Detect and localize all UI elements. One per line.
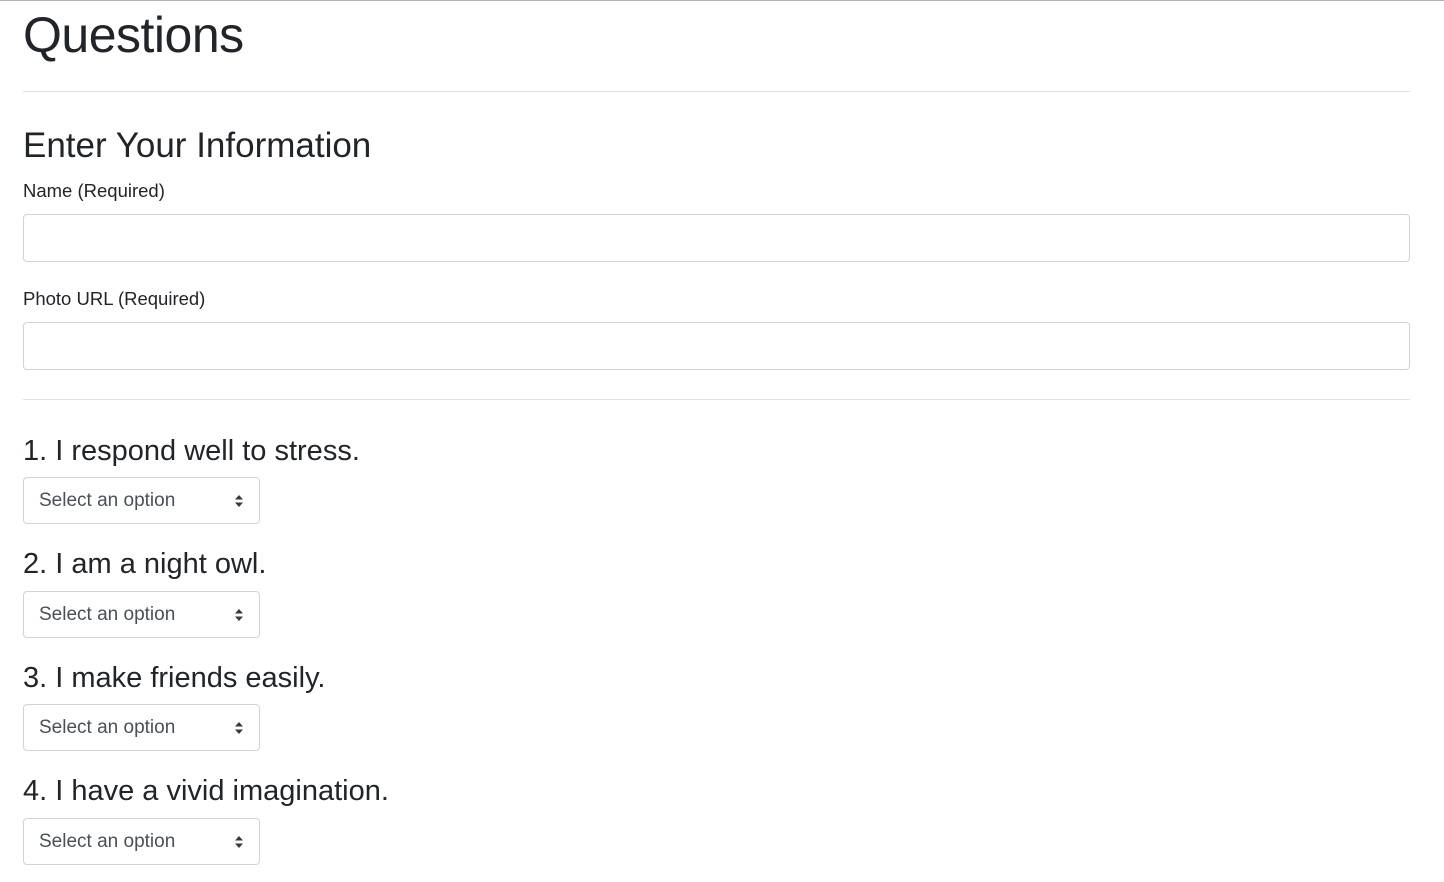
select-value: Select an option (39, 604, 176, 625)
sort-arrows-icon (235, 722, 243, 734)
select-value: Select an option (39, 831, 176, 852)
name-label: Name (Required) (23, 180, 165, 201)
question-1-select[interactable]: Select an option (23, 477, 260, 524)
section-divider (23, 399, 1410, 400)
page-title: Questions (23, 7, 244, 63)
question-heading: 2. I am a night owl. (23, 548, 267, 580)
select-value: Select an option (39, 490, 176, 511)
sort-arrows-icon (235, 609, 243, 621)
photo-url-input[interactable] (23, 322, 1410, 370)
question-heading: 4. I have a vivid imagination. (23, 775, 389, 807)
sort-arrows-icon (235, 836, 243, 848)
sort-arrows-icon (235, 495, 243, 507)
question-3-select[interactable]: Select an option (23, 704, 260, 751)
photo-url-label: Photo URL (Required) (23, 288, 206, 309)
section-heading: Enter Your Information (23, 126, 372, 165)
question-4-select[interactable]: Select an option (23, 818, 260, 865)
question-heading: 3. I make friends easily. (23, 662, 326, 694)
question-heading: 1. I respond well to stress. (23, 435, 360, 467)
select-value: Select an option (39, 717, 176, 738)
question-2-select[interactable]: Select an option (23, 591, 260, 638)
name-input[interactable] (23, 214, 1410, 262)
title-divider (23, 91, 1410, 92)
